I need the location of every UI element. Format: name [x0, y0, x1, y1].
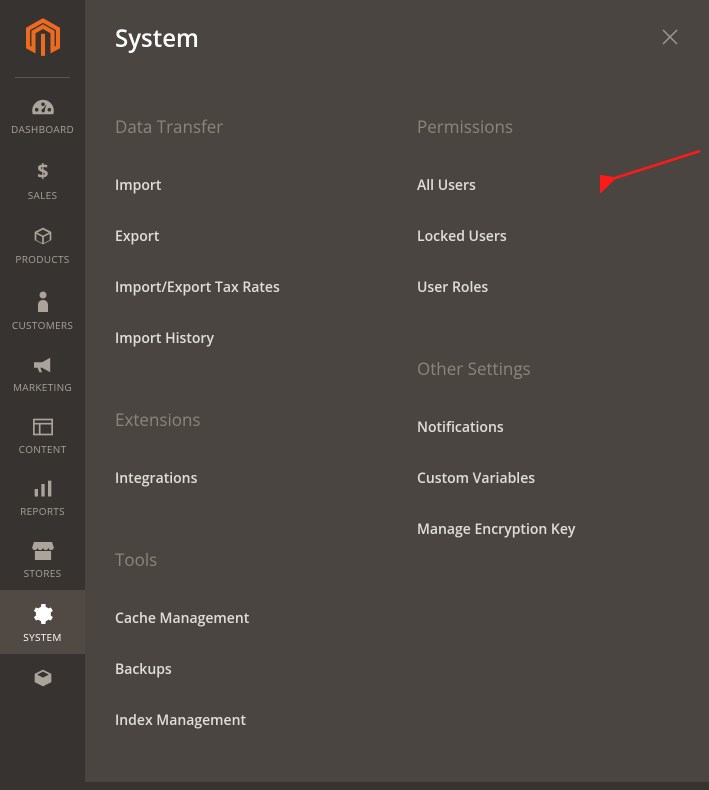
- menu-import-export-tax-rates[interactable]: Import/Export Tax Rates: [115, 278, 377, 297]
- nav-label: REPORTS: [20, 504, 65, 518]
- nav-customers[interactable]: CUSTOMERS: [0, 276, 85, 342]
- nav-label: CUSTOMERS: [12, 318, 73, 332]
- close-icon: [661, 28, 679, 46]
- nav-label: DASHBOARD: [11, 122, 74, 136]
- nav-label: CONTENT: [19, 442, 67, 456]
- nav-system[interactable]: SYSTEM: [0, 590, 85, 654]
- menu-backups[interactable]: Backups: [115, 660, 377, 679]
- section-title: Other Settings: [417, 357, 679, 380]
- magento-icon: [26, 18, 60, 58]
- panel-title: System: [115, 22, 199, 55]
- menu-import[interactable]: Import: [115, 176, 377, 195]
- megaphone-icon: [32, 356, 54, 374]
- menu-cache-management[interactable]: Cache Management: [115, 609, 377, 628]
- menu-export[interactable]: Export: [115, 227, 377, 246]
- system-flyout-panel: System Data Transfer Import Export Impor…: [85, 0, 709, 782]
- nav-label: STORES: [24, 566, 62, 580]
- admin-sidebar: DASHBOARD $ SALES PRODUCTS CUSTOMERS MAR…: [0, 0, 85, 782]
- magento-logo[interactable]: [0, 0, 85, 65]
- person-icon: [36, 290, 50, 312]
- menu-import-history[interactable]: Import History: [115, 329, 377, 348]
- menu-custom-variables[interactable]: Custom Variables: [417, 469, 679, 488]
- close-button[interactable]: [661, 28, 679, 49]
- menu-columns: Data Transfer Import Export Import/Expor…: [115, 115, 679, 790]
- section-title: Extensions: [115, 408, 377, 431]
- menu-user-roles[interactable]: User Roles: [417, 278, 679, 297]
- menu-integrations[interactable]: Integrations: [115, 469, 377, 488]
- gauge-icon: [32, 98, 54, 116]
- nav-reports[interactable]: REPORTS: [0, 466, 85, 528]
- svg-text:$: $: [37, 160, 49, 182]
- layout-icon: [33, 418, 53, 436]
- nav-extra[interactable]: [0, 654, 85, 694]
- nav-stores[interactable]: STORES: [0, 528, 85, 590]
- menu-all-users[interactable]: All Users: [417, 176, 679, 195]
- panel-header: System: [115, 22, 679, 55]
- nav-label: SYSTEM: [23, 630, 61, 644]
- section-other-settings: Other Settings Notifications Custom Vari…: [417, 357, 679, 539]
- nav-dashboard[interactable]: DASHBOARD: [0, 84, 85, 146]
- nav-label: PRODUCTS: [15, 252, 69, 266]
- box-icon: [33, 226, 53, 246]
- bar-chart-icon: [33, 480, 53, 498]
- sidebar-divider: [15, 77, 70, 78]
- store-icon: [32, 542, 54, 560]
- gear-icon: [33, 604, 53, 624]
- section-title: Tools: [115, 548, 377, 571]
- section-extensions: Extensions Integrations: [115, 408, 377, 488]
- column-right: Permissions All Users Locked Users User …: [417, 115, 679, 790]
- dollar-icon: $: [36, 160, 50, 182]
- section-title: Data Transfer: [115, 115, 377, 138]
- menu-notifications[interactable]: Notifications: [417, 418, 679, 437]
- section-permissions: Permissions All Users Locked Users User …: [417, 115, 679, 297]
- nav-products[interactable]: PRODUCTS: [0, 212, 85, 276]
- nav-content[interactable]: CONTENT: [0, 404, 85, 466]
- section-title: Permissions: [417, 115, 679, 138]
- menu-manage-encryption-key[interactable]: Manage Encryption Key: [417, 520, 679, 539]
- section-data-transfer: Data Transfer Import Export Import/Expor…: [115, 115, 377, 348]
- menu-index-management[interactable]: Index Management: [115, 711, 377, 730]
- menu-locked-users[interactable]: Locked Users: [417, 227, 679, 246]
- nav-label: SALES: [28, 188, 58, 202]
- nav-label: MARKETING: [13, 380, 72, 394]
- cube-icon: [33, 668, 53, 688]
- section-tools: Tools Cache Management Backups Index Man…: [115, 548, 377, 730]
- nav-marketing[interactable]: MARKETING: [0, 342, 85, 404]
- nav-sales[interactable]: $ SALES: [0, 146, 85, 212]
- column-left: Data Transfer Import Export Import/Expor…: [115, 115, 377, 790]
